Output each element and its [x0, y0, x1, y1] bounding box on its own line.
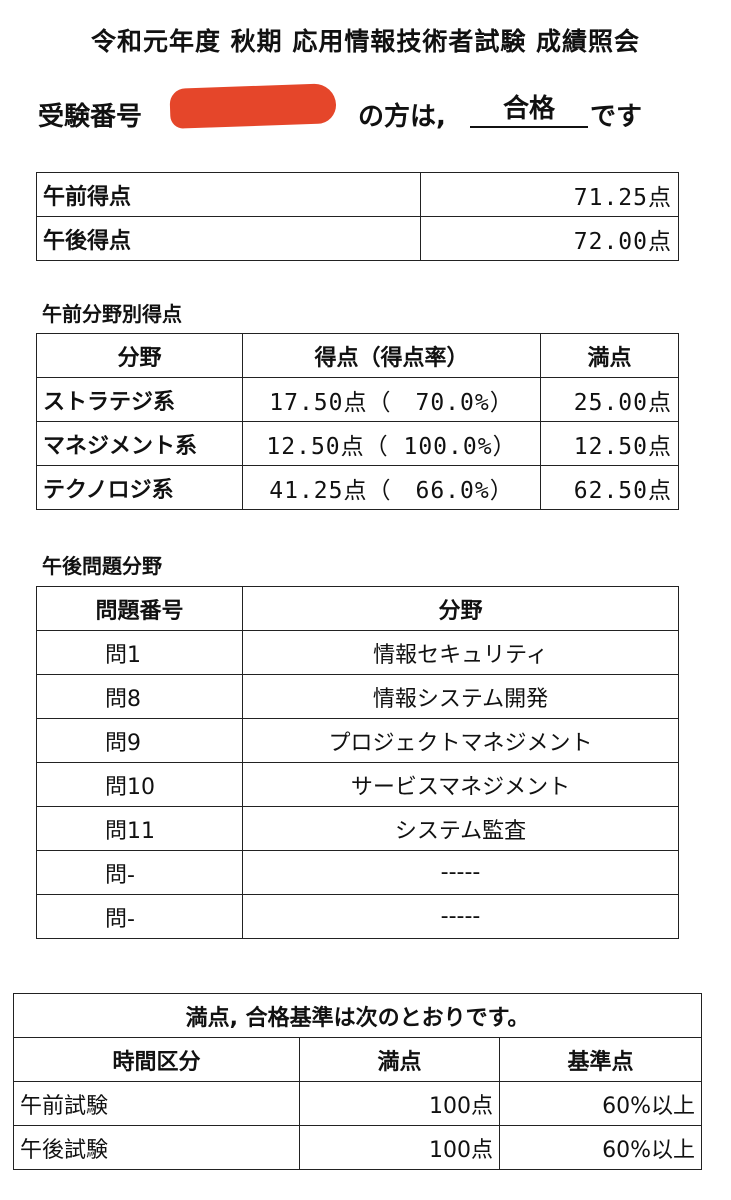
column-header: 基準点: [498, 1037, 703, 1082]
question-field: システム監査: [242, 806, 679, 851]
question-field: 情報セキュリティ: [242, 630, 679, 675]
max-score: 100点: [299, 1125, 500, 1170]
criteria-caption: 満点, 合格基準は次のとおりです。: [12, 993, 703, 1038]
table-row: 午後得点 72.00点: [36, 216, 679, 261]
pm-score-value: 72.00点: [420, 216, 679, 261]
column-header: 問題番号: [36, 586, 243, 631]
am-fields-table: 分野 得点（得点率） 満点 ストラテジ系 17.50点（ 70.0%） 25.0…: [36, 333, 679, 510]
am-score-value: 71.25点: [420, 172, 679, 217]
column-header: 分野: [242, 586, 679, 631]
field-name: ストラテジ系: [36, 377, 243, 422]
column-header: 分野: [36, 333, 243, 378]
table-header-row: 問題番号 分野: [36, 586, 679, 631]
score-summary-table: 午前得点 71.25点 午後得点 72.00点: [36, 172, 679, 261]
field-max: 12.50点: [540, 421, 679, 466]
field-score: 17.50点（ 70.0%）: [242, 377, 541, 422]
question-number: 問10: [36, 762, 243, 807]
pm-fields-table: 問題番号 分野 問1 情報セキュリティ 問8 情報システム開発 問9 プロジェクトマネ…: [36, 586, 679, 939]
table-row: ストラテジ系 17.50点（ 70.0%） 25.00点: [36, 377, 679, 422]
question-number: 問9: [36, 718, 243, 763]
table-row: テクノロジ系 41.25点（ 66.0%） 62.50点: [36, 465, 679, 510]
column-header: 満点: [540, 333, 679, 378]
table-header-row: 時間区分 満点 基準点: [13, 1037, 703, 1082]
field-name: テクノロジ系: [36, 465, 243, 510]
question-number: 問1: [36, 630, 243, 675]
table-row: 問10 サービスマネジメント: [36, 762, 679, 807]
question-field: 情報システム開発: [242, 674, 679, 719]
table-row: 問11 システム監査: [36, 806, 679, 851]
table-row: 午前試験 100点 60%以上: [13, 1081, 703, 1126]
column-header: 得点（得点率）: [242, 333, 541, 378]
field-max: 25.00点: [540, 377, 679, 422]
suffix-label: の方は,: [358, 102, 446, 132]
result-value: 合格: [470, 92, 588, 128]
column-header: 時間区分: [13, 1037, 300, 1082]
redaction-mark: [169, 83, 337, 129]
question-number: 問-: [36, 894, 243, 939]
field-score: 12.50点（ 100.0%）: [242, 421, 541, 466]
pm-score-label: 午後得点: [36, 216, 421, 261]
question-number: 問11: [36, 806, 243, 851]
max-score: 100点: [299, 1081, 500, 1126]
table-row: 午後試験 100点 60%以上: [13, 1125, 703, 1170]
table-header-row: 分野 得点（得点率） 満点: [36, 333, 679, 378]
pass-line: 60%以上: [498, 1125, 703, 1170]
question-field: -----: [242, 894, 679, 939]
table-row: マネジメント系 12.50点（ 100.0%） 12.50点: [36, 421, 679, 466]
exam-result-line: 受験番号 AP の方は, 合格 です: [38, 83, 718, 136]
am-score-label: 午前得点: [36, 172, 421, 217]
field-score: 41.25点（ 66.0%）: [242, 465, 541, 510]
table-row: 問9 プロジェクトマネジメント: [36, 718, 679, 763]
table-row: 問- -----: [36, 850, 679, 895]
criteria-table: 満点, 合格基準は次のとおりです。 時間区分 満点 基準点 午前試験 100点 …: [12, 993, 703, 1170]
question-number: 問-: [36, 850, 243, 895]
table-row: 午前得点 71.25点: [36, 172, 679, 217]
pass-line: 60%以上: [498, 1081, 703, 1126]
field-max: 62.50点: [540, 465, 679, 510]
period-label: 午後試験: [13, 1125, 300, 1170]
field-name: マネジメント系: [36, 421, 243, 466]
page-title: 令和元年度 秋期 応用情報技術者試験 成績照会: [90, 27, 641, 56]
am-fields-heading: 午前分野別得点: [42, 302, 182, 326]
exam-number-label: 受験番号: [38, 102, 143, 132]
table-row: 問1 情報セキュリティ: [36, 630, 679, 675]
question-field: -----: [242, 850, 679, 895]
period-label: 午前試験: [13, 1081, 300, 1126]
question-field: プロジェクトマネジメント: [242, 718, 679, 763]
desu-label: です: [590, 102, 643, 132]
column-header: 満点: [299, 1037, 500, 1082]
table-caption-row: 満点, 合格基準は次のとおりです。: [12, 993, 703, 1038]
question-field: サービスマネジメント: [242, 762, 679, 807]
question-number: 問8: [36, 674, 243, 719]
table-row: 問- -----: [36, 894, 679, 939]
pm-fields-heading: 午後問題分野: [42, 554, 162, 578]
table-row: 問8 情報システム開発: [36, 674, 679, 719]
